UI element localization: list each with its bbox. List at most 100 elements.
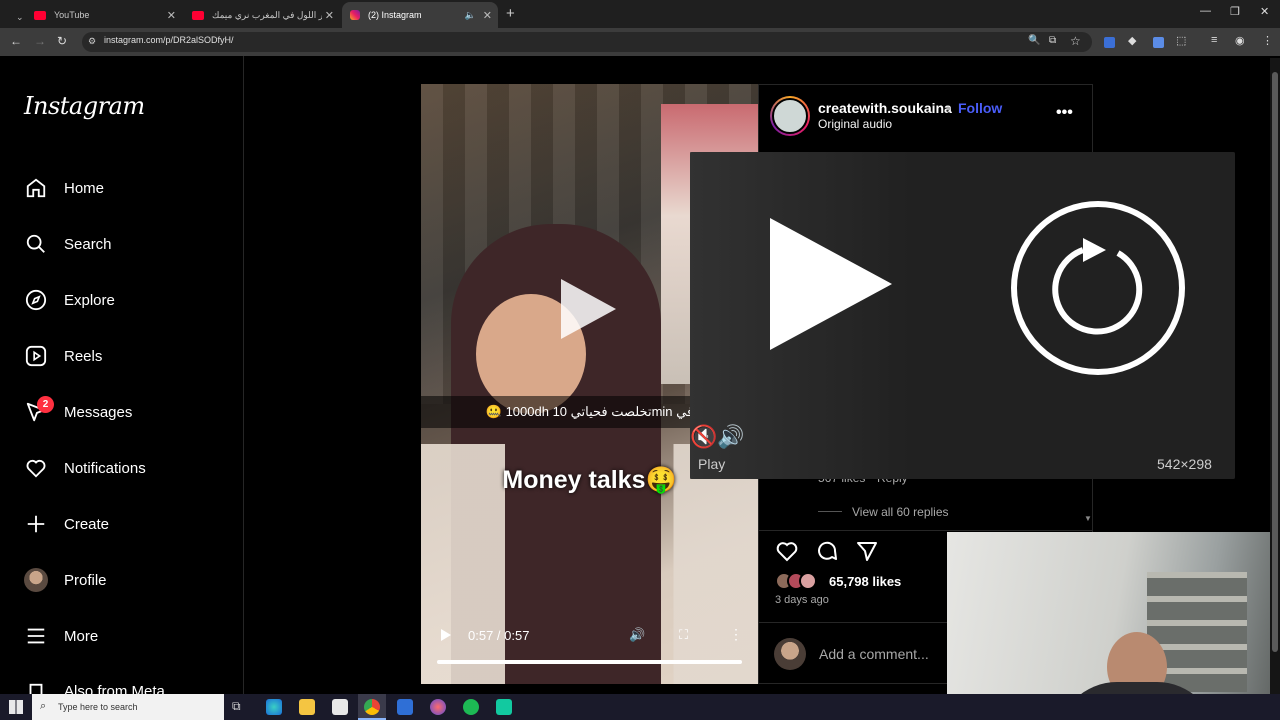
sidebar-item-notifications[interactable]: Notifications [24, 451, 224, 485]
close-window-icon[interactable]: ✕ [1260, 5, 1269, 18]
kebab-menu-icon[interactable]: ⋮ [1262, 34, 1273, 47]
app-icon-2[interactable] [496, 699, 512, 715]
sidebar-item-search[interactable]: Search [24, 227, 224, 261]
actions-divider [758, 530, 1093, 531]
store-icon[interactable] [332, 699, 348, 715]
audio-label[interactable]: Original audio [818, 117, 892, 131]
progress-track[interactable] [437, 660, 742, 664]
chrome-taskbar-button[interactable] [358, 694, 386, 720]
hover-preview-overlay: 🔇🔊 Play 542×298 [690, 152, 1235, 479]
author-username[interactable]: createwith.soukaina [818, 100, 952, 116]
share-icon[interactable] [855, 539, 879, 568]
close-tab-icon[interactable]: ✕ [167, 9, 176, 22]
large-play-icon[interactable] [770, 218, 892, 350]
tab-youtube-video[interactable]: نهار اللول في المغرب نري ميمك... ✕ [184, 2, 340, 28]
sidebar-item-also-from-meta[interactable]: Also from Meta [24, 675, 224, 694]
mute-tab-icon[interactable]: 🔈 [465, 10, 476, 21]
reels-icon [24, 344, 48, 368]
more-options-icon[interactable]: ⋮ [729, 626, 743, 643]
youtube-icon [34, 10, 46, 20]
heart-icon [24, 456, 48, 480]
tab-search-button[interactable]: ⌄ [8, 4, 26, 30]
sidebar-item-create[interactable]: Create [24, 507, 224, 541]
tab-youtube[interactable]: YouTube ✕ [26, 2, 182, 28]
tab-instagram[interactable]: (2) Instagram 🔈 ✕ [342, 2, 498, 28]
close-tab-icon[interactable]: ✕ [325, 9, 334, 22]
sidebar-item-explore[interactable]: Explore [24, 283, 224, 317]
author-avatar[interactable] [770, 96, 810, 136]
sidebar-item-label: Home [64, 179, 105, 197]
add-comment-input[interactable]: Add a comment... [819, 646, 929, 662]
zoom-icon[interactable]: 🔍 [1028, 35, 1040, 46]
search-icon: ⌕ [40, 700, 47, 712]
center-play-icon[interactable] [561, 279, 616, 339]
messages-unread-badge: 2 [37, 396, 54, 413]
likes-count[interactable]: 65,798 likes [829, 574, 901, 589]
sidebar-item-more[interactable]: More [24, 619, 224, 653]
new-tab-button[interactable]: + [506, 5, 515, 22]
sidebar-item-label: Messages [64, 403, 133, 421]
sidebar-item-home[interactable]: Home [24, 171, 224, 205]
site-info-icon[interactable]: ⚙ [88, 36, 96, 47]
replay-icon[interactable] [1008, 198, 1188, 378]
forward-icon[interactable]: → [34, 34, 46, 48]
sidebar-item-profile[interactable]: Profile [24, 563, 224, 597]
sidebar-item-label: Explore [64, 291, 115, 309]
webcam-overlay [947, 532, 1280, 720]
translate-extension-icon[interactable] [1104, 37, 1115, 48]
plus-icon [24, 512, 48, 536]
page-scrollbar[interactable] [1270, 58, 1280, 694]
install-icon[interactable]: ⧉ [1049, 35, 1056, 46]
app-icon[interactable] [430, 699, 446, 715]
file-explorer-icon[interactable] [299, 699, 315, 715]
dimensions-label: 542×298 [1157, 456, 1212, 472]
minimize-icon[interactable]: — [1200, 5, 1211, 17]
spotify-icon[interactable] [463, 699, 479, 715]
edge-icon[interactable] [266, 699, 282, 715]
profile-avatar [24, 568, 48, 592]
restore-icon[interactable]: ❐ [1230, 5, 1240, 18]
task-view-icon[interactable]: ⧉ [232, 699, 248, 715]
play-icon[interactable] [441, 629, 451, 641]
view-replies-link[interactable]: View all 60 replies [852, 505, 949, 519]
like-icon[interactable] [775, 539, 799, 568]
tab-label: YouTube [54, 10, 90, 20]
instagram-icon [350, 10, 360, 20]
url-text: instagram.com/p/DR2alSODfyH/ [104, 35, 234, 45]
liker-avatars[interactable] [775, 572, 825, 590]
mute-icon[interactable]: 🔇🔊 [690, 424, 745, 450]
mail-icon[interactable] [397, 699, 413, 715]
comments-scroll-down-icon[interactable]: ▼ [1084, 514, 1092, 523]
meta-icon [24, 681, 48, 694]
hamburger-icon [24, 624, 48, 648]
instagram-logo[interactable]: Instagram [24, 92, 145, 120]
bookmark-star-icon[interactable]: ☆ [1070, 34, 1081, 48]
puzzle-icon[interactable]: ⬚ [1176, 34, 1186, 47]
sidebar-item-reels[interactable]: Reels [24, 339, 224, 373]
video-time: 0:57 / 0:57 [468, 628, 530, 643]
follow-button[interactable]: Follow [958, 100, 1002, 116]
post-options-icon[interactable]: ••• [1056, 104, 1073, 122]
sidebar-item-label: Profile [64, 571, 107, 589]
sidebar-item-label: Search [64, 235, 112, 253]
tab-label: (2) Instagram [368, 10, 422, 20]
sidebar-item-messages[interactable]: Messages [24, 395, 224, 429]
media-control-icon[interactable]: ≡ [1211, 34, 1217, 46]
back-icon[interactable]: ← [10, 34, 22, 48]
progress-fill [437, 660, 742, 664]
taskbar-search-box[interactable]: ⌕ Type here to search [32, 694, 224, 720]
profile-icon[interactable]: ◉ [1235, 34, 1245, 47]
reload-icon[interactable]: ↻ [57, 34, 67, 48]
windows-start-icon[interactable] [9, 700, 23, 714]
sidebar-item-label: Also from Meta [64, 683, 165, 694]
extension-icon[interactable]: ◆ [1128, 34, 1136, 47]
comment-icon[interactable] [815, 539, 839, 568]
fullscreen-icon[interactable]: ⛶ [679, 627, 688, 643]
close-tab-icon[interactable]: ✕ [483, 9, 492, 22]
post-date[interactable]: 3 days ago [775, 594, 829, 606]
search-icon [24, 232, 48, 256]
tab-label: نهار اللول في المغرب نري ميمك... [212, 9, 322, 20]
volume-icon[interactable]: 🔊 [629, 627, 645, 643]
taskbar-search-placeholder: Type here to search [58, 702, 138, 712]
extension-icon-2[interactable] [1153, 37, 1164, 48]
